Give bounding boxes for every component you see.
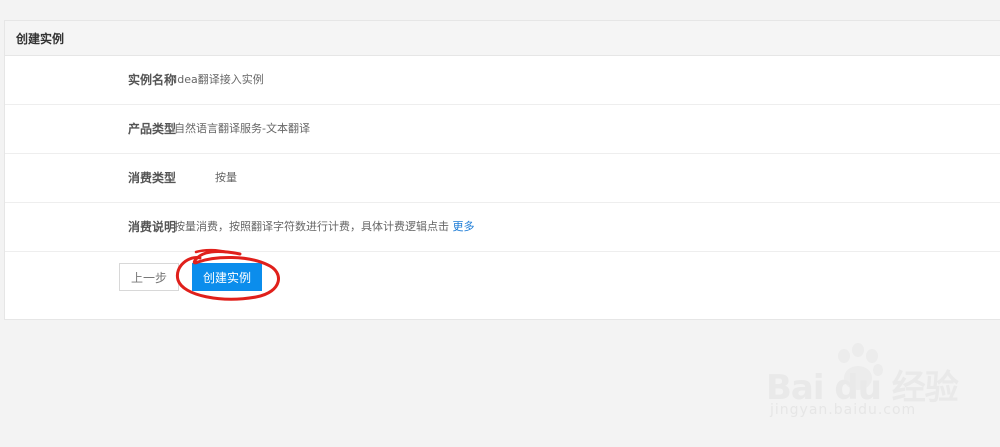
panel-header: 创建实例	[5, 21, 1000, 56]
row-consumption-type: 消费类型 按量	[5, 154, 1000, 203]
product-type-label: 产品类型	[128, 122, 177, 136]
consumption-type-label: 消费类型	[128, 171, 177, 185]
consumption-desc-label: 消费说明	[128, 220, 177, 234]
consumption-desc-text: 按量消费，按照翻译字符数进行计费，具体计费逻辑点击	[174, 220, 449, 233]
create-instance-button[interactable]: 创建实例	[192, 263, 262, 291]
consumption-type-value: 按量	[215, 171, 237, 184]
product-type-value: 自然语言翻译服务-文本翻译	[174, 122, 310, 135]
instance-name-label: 实例名称	[128, 73, 177, 87]
create-instance-panel: 创建实例 实例名称 Idea翻译接入实例 产品类型 自然语言翻译服务-文本翻译 …	[4, 20, 1000, 320]
row-product-type: 产品类型 自然语言翻译服务-文本翻译	[5, 105, 1000, 154]
watermark-url: jingyan.baidu.com	[770, 402, 917, 418]
more-link[interactable]: 更多	[453, 220, 475, 233]
row-instance-name: 实例名称 Idea翻译接入实例	[5, 56, 1000, 105]
panel-title: 创建实例	[16, 31, 65, 46]
baidu-jingyan-watermark: Bai du 经验 jingyan.baidu.com	[762, 338, 972, 438]
prev-step-button[interactable]: 上一步	[119, 263, 179, 291]
instance-name-value: Idea翻译接入实例	[174, 73, 264, 86]
consumption-desc-value: 按量消费，按照翻译字符数进行计费，具体计费逻辑点击 更多	[174, 203, 475, 251]
row-consumption-desc: 消费说明 按量消费，按照翻译字符数进行计费，具体计费逻辑点击 更多	[5, 203, 1000, 252]
